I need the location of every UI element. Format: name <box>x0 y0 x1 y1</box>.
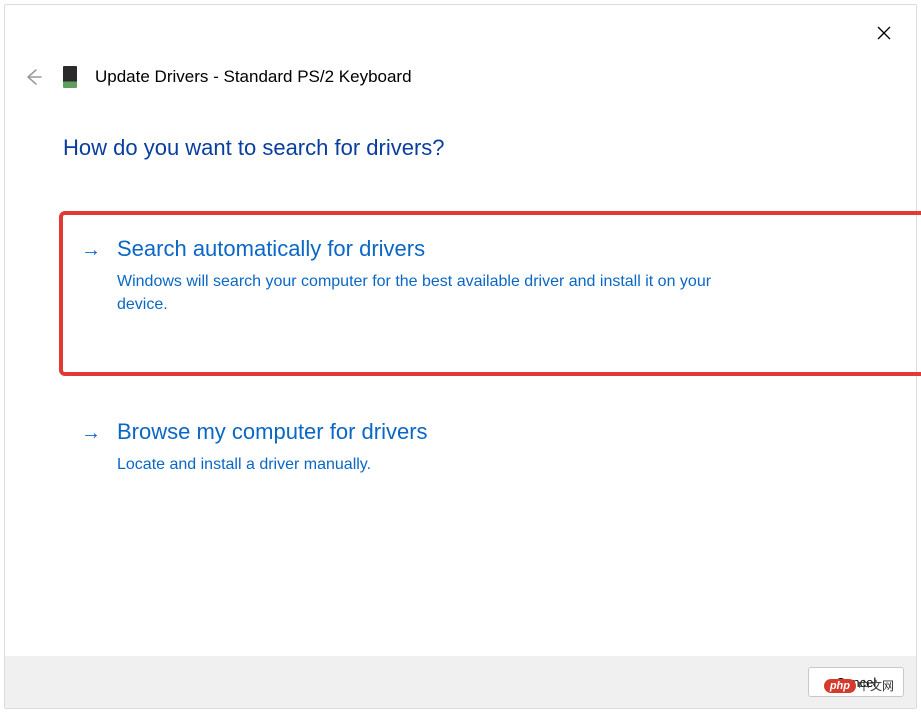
cancel-label: Cancel <box>836 675 876 690</box>
arrow-right-icon: → <box>81 237 101 263</box>
search-question: How do you want to search for drivers? <box>63 135 856 161</box>
option-description: Locate and install a driver manually. <box>117 453 737 476</box>
option-title: Browse my computer for drivers <box>117 418 838 447</box>
back-button[interactable] <box>21 65 45 89</box>
close-button[interactable] <box>870 19 898 47</box>
arrow-right-icon: → <box>81 420 101 446</box>
dialog-footer: Cancel <box>5 656 916 708</box>
device-icon <box>63 66 77 88</box>
option-text-block: Search automatically for drivers Windows… <box>117 235 921 316</box>
dialog-content: How do you want to search for drivers? →… <box>63 135 856 540</box>
option-description: Windows will search your computer for th… <box>117 270 737 316</box>
close-icon <box>877 26 891 40</box>
option-text-block: Browse my computer for drivers Locate an… <box>117 418 838 476</box>
back-arrow-icon <box>24 68 42 86</box>
option-search-automatically[interactable]: → Search automatically for drivers Windo… <box>59 211 921 376</box>
dialog-title: Update Drivers - Standard PS/2 Keyboard <box>95 67 412 87</box>
cancel-button[interactable]: Cancel <box>808 667 904 697</box>
dialog-header: Update Drivers - Standard PS/2 Keyboard <box>21 65 876 89</box>
update-drivers-dialog: Update Drivers - Standard PS/2 Keyboard … <box>4 4 917 709</box>
option-title: Search automatically for drivers <box>117 235 921 264</box>
option-browse-computer[interactable]: → Browse my computer for drivers Locate … <box>63 398 856 518</box>
